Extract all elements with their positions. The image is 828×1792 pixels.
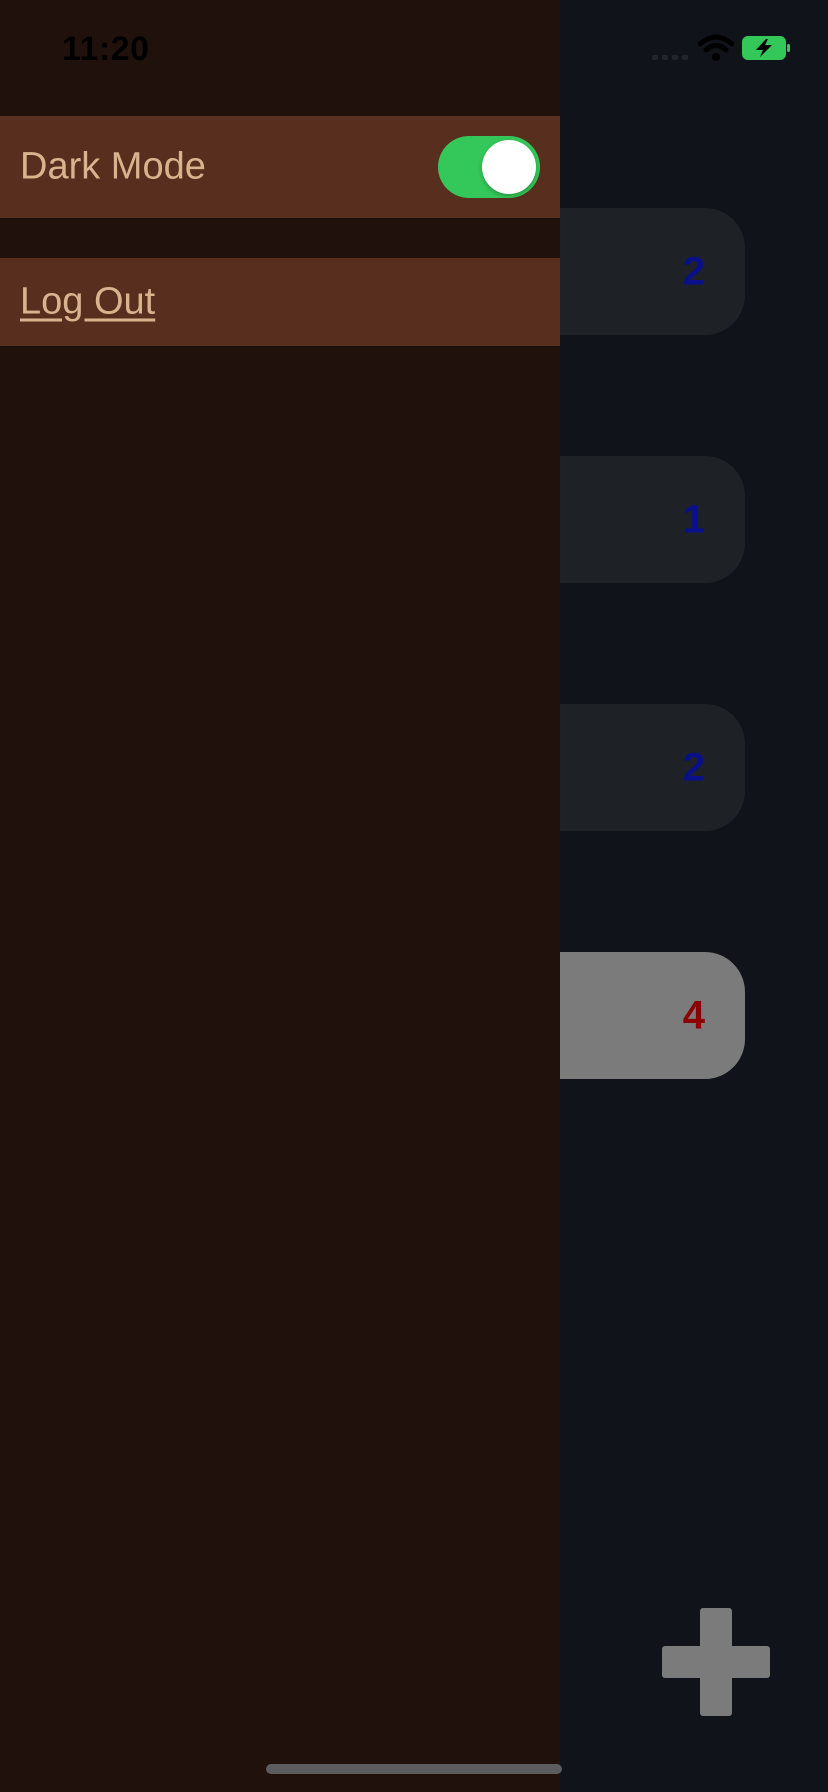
dark-mode-toggle[interactable]	[438, 136, 540, 198]
dark-mode-row: Dark Mode	[0, 116, 560, 218]
app-screen: 2 1 2 4 11:20 Dark Mode Log Out	[0, 0, 828, 1792]
wifi-icon	[697, 34, 735, 62]
dark-mode-label: Dark Mode	[20, 145, 206, 188]
logout-link[interactable]: Log Out	[20, 281, 155, 324]
logout-row: Log Out	[0, 258, 560, 346]
toggle-knob	[482, 140, 536, 194]
battery-charging-icon	[742, 36, 792, 60]
side-drawer: 11:20 Dark Mode Log Out	[0, 0, 560, 1792]
card-count: 4	[682, 993, 705, 1037]
home-indicator[interactable]	[266, 1764, 562, 1774]
card-count: 1	[682, 497, 705, 541]
add-button[interactable]	[662, 1608, 770, 1716]
cellular-signal-icon	[652, 54, 688, 60]
card-count: 2	[682, 249, 705, 293]
card-count: 2	[682, 745, 705, 789]
status-time: 11:20	[62, 30, 150, 68]
